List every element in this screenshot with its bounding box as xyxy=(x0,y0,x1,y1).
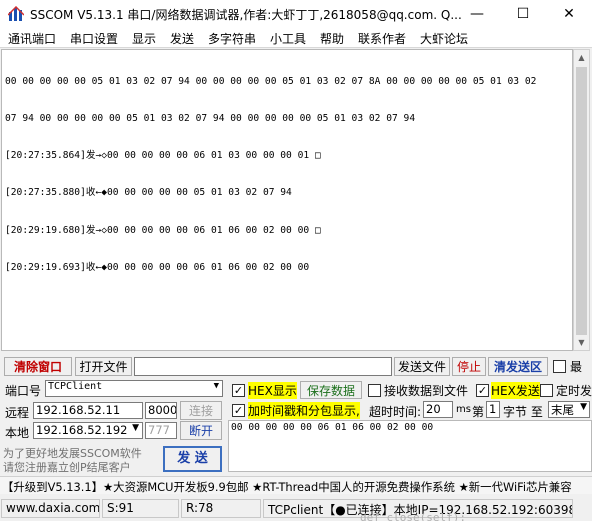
tail-select-value: 末尾 xyxy=(551,403,574,417)
console-line: [20:27:35.864]发→◇00 00 00 00 00 06 01 03… xyxy=(5,150,321,162)
byte-to-label: 字节 至 xyxy=(503,405,543,419)
menu-help[interactable]: 帮助 xyxy=(320,30,344,47)
local-ip-select[interactable]: 192.168.52.192 ▼ xyxy=(33,422,143,439)
clear-send-button[interactable]: 清发送区 xyxy=(488,357,548,376)
chevron-down-icon: ▼ xyxy=(132,423,139,433)
send-input[interactable]: 00 00 00 00 00 06 01 06 00 02 00 00 xyxy=(228,420,592,472)
menu-comm-port[interactable]: 通讯端口 xyxy=(8,30,56,47)
remote-ip-input[interactable]: 192.168.52.11 xyxy=(33,402,143,419)
file-path-input[interactable] xyxy=(134,357,392,376)
local-port-input[interactable]: 777 xyxy=(145,422,177,439)
menu-contact[interactable]: 联系作者 xyxy=(358,30,406,47)
timeout-input[interactable]: 20 xyxy=(423,401,453,418)
menu-serial-settings[interactable]: 串口设置 xyxy=(70,30,118,47)
local-label: 本地 xyxy=(5,426,30,440)
timeout-label: 超时时间: xyxy=(369,405,422,419)
timeout-unit: ms xyxy=(456,404,471,415)
recv-to-file-checkbox[interactable] xyxy=(368,384,381,397)
title-bar: SSCOM V5.13.1 串口/网络数据调试器,作者:大虾丁丁,2618058… xyxy=(0,0,592,28)
console-scrollbar[interactable]: ▲ ▼ xyxy=(573,49,590,351)
minimize-button[interactable]: — xyxy=(454,0,500,28)
menu-tools[interactable]: 小工具 xyxy=(270,30,306,47)
sent-count: S:91 xyxy=(102,499,179,518)
port-label: 端口号 xyxy=(5,384,42,398)
maximize-icon: ☐ xyxy=(516,6,530,22)
console-line: 07 94 00 00 00 00 00 05 01 03 02 07 94 0… xyxy=(5,113,416,125)
chevron-down-icon: ▼ xyxy=(213,381,219,391)
remote-label: 远程 xyxy=(5,406,30,420)
timed-send-checkbox[interactable] xyxy=(540,384,553,397)
hex-display-label: HEX显示 xyxy=(248,382,297,399)
close-button[interactable]: ✕ xyxy=(546,0,592,28)
send-button[interactable]: 发 送 xyxy=(163,446,222,472)
menu-forum[interactable]: 大虾论坛 xyxy=(420,30,468,47)
nth-label: 第 xyxy=(472,405,485,419)
recv-to-file-label: 接收数据到文件 xyxy=(384,384,469,398)
website-link[interactable]: www.daxia.com xyxy=(1,499,100,518)
local-ip-value: 192.168.52.192 xyxy=(36,423,128,437)
connect-button[interactable]: 连接 xyxy=(180,401,222,420)
save-data-button[interactable]: 保存数据 xyxy=(300,381,362,399)
maximize-button[interactable]: ☐ xyxy=(500,0,546,28)
timestamp-label: 加时间戳和分包显示, xyxy=(248,402,360,419)
port-select-value: TCPClient xyxy=(48,381,103,392)
nth-input[interactable]: 1 xyxy=(486,401,500,418)
console-line: 00 00 00 00 00 05 01 03 02 07 94 00 00 0… xyxy=(5,75,537,87)
most-front-label: 最 xyxy=(570,360,583,374)
hex-send-checkbox[interactable]: ✓ xyxy=(476,384,489,397)
minimize-icon: — xyxy=(470,6,484,22)
open-file-button[interactable]: 打开文件 xyxy=(75,357,132,376)
console-line: [20:27:35.880]收←◆00 00 00 00 00 05 01 03… xyxy=(5,187,292,199)
most-front-checkbox[interactable] xyxy=(553,360,566,373)
received-count: R:78 xyxy=(181,499,261,518)
console-line: [20:29:19.680]发→◇00 00 00 00 00 06 01 06… xyxy=(5,224,321,236)
close-icon: ✕ xyxy=(563,6,575,22)
app-logo-icon xyxy=(8,6,24,21)
stop-button[interactable]: 停止 xyxy=(452,357,486,376)
tail-select[interactable]: 末尾 ▼ xyxy=(548,401,590,418)
window-title: SSCOM V5.13.1 串口/网络数据调试器,作者:大虾丁丁,2618058… xyxy=(30,8,462,22)
console-line: [20:29:19.693]收←◆00 00 00 00 00 06 01 06… xyxy=(5,261,310,273)
timed-send-label: 定时发 xyxy=(556,384,592,398)
remote-port-input[interactable]: 8000 xyxy=(145,402,177,419)
clear-window-button[interactable]: 清除窗口 xyxy=(4,357,72,376)
send-file-button[interactable]: 发送文件 xyxy=(394,357,450,376)
menu-send[interactable]: 发送 xyxy=(170,30,194,47)
menu-multi-string[interactable]: 多字符串 xyxy=(208,30,256,47)
port-select[interactable]: TCPClient ▼ xyxy=(45,380,223,397)
promo-line-2[interactable]: 请您注册嘉立创P结尾客户 xyxy=(3,459,131,475)
chevron-down-icon: ▼ xyxy=(580,402,587,412)
timestamp-checkbox[interactable]: ✓ xyxy=(232,404,245,417)
scroll-up-icon[interactable]: ▲ xyxy=(574,50,589,65)
menu-display[interactable]: 显示 xyxy=(132,30,156,47)
disconnect-button[interactable]: 断开 xyxy=(180,421,222,440)
scroll-thumb[interactable] xyxy=(576,67,587,335)
news-ticker[interactable]: 【升级到V5.13.1】★大资源MCU开发板9.9包邮 ★RT-Thread中国… xyxy=(0,476,592,494)
hex-display-checkbox[interactable]: ✓ xyxy=(232,384,245,397)
hex-send-label: HEX发送 xyxy=(491,382,540,399)
menu-bar: 通讯端口 串口设置 显示 发送 多字符串 小工具 帮助 联系作者 大虾论坛 xyxy=(0,28,592,48)
background-code-text: def close(self): xyxy=(360,511,466,521)
scroll-down-icon[interactable]: ▼ xyxy=(574,335,589,350)
receive-console[interactable]: 00 00 00 00 00 05 01 03 02 07 94 00 00 0… xyxy=(1,49,573,351)
